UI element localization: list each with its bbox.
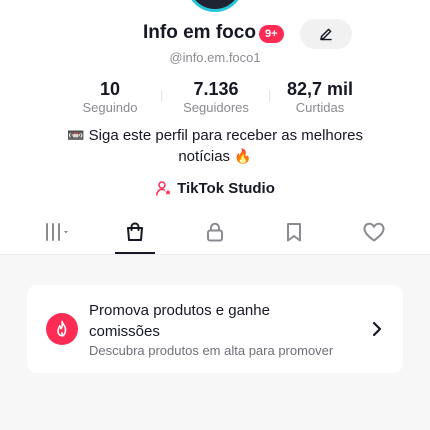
profile-handle: @info.em.foco1 (169, 50, 261, 65)
promo-title: Promova produtos e ganhe comissões (89, 302, 270, 340)
promo-subtitle: Descubra produtos em alta para promover (89, 343, 334, 358)
tab-shop[interactable] (105, 212, 165, 254)
stat-following[interactable]: 10 Seguindo (65, 78, 155, 116)
stat-divider (269, 90, 270, 102)
stat-likes[interactable]: 82,7 mil Curtidas (275, 78, 365, 116)
shopping-bag-icon (127, 222, 143, 241)
promote-products-card[interactable]: Promova produtos e ganhe comissões Descu… (27, 285, 403, 373)
bookmark-icon (287, 223, 301, 242)
tiktok-studio-label: TikTok Studio (177, 179, 275, 197)
stat-likes-value: 82,7 mil (286, 79, 354, 99)
stat-likes-label: Curtidas (295, 100, 345, 115)
grid-icon (46, 223, 68, 241)
promo-badge (46, 313, 78, 345)
profile-bio: 📼 Siga este perfil para receber as melho… (40, 125, 390, 167)
stat-followers-label: Seguidores (183, 100, 249, 115)
stat-followers[interactable]: 7.136 Seguidores (171, 78, 261, 116)
fire-emoji: 🔥 (234, 148, 252, 164)
profile-stats: 10 Seguindo 7.136 Seguidores 82,7 mil Cu… (0, 78, 430, 118)
profile-header: Info em foco 9+ (0, 19, 430, 51)
stat-following-value: 10 (99, 79, 121, 99)
heart-icon (363, 222, 385, 242)
tab-videos[interactable] (30, 212, 90, 252)
chevron-right-icon (372, 321, 382, 337)
tiktok-studio-link[interactable]: TikTok Studio (0, 178, 430, 198)
profile-username: Info em foco (143, 22, 256, 43)
stat-followers-value: 7.136 (193, 79, 239, 99)
videotape-emoji: 📼 (67, 127, 85, 143)
avatar[interactable] (186, 0, 244, 12)
bio-line-1: Siga este perfil para receber as melhore… (84, 127, 363, 144)
notification-badge[interactable]: 9+ (259, 25, 284, 43)
profile-tabs (0, 212, 430, 255)
lock-icon (207, 222, 223, 242)
bio-line-2: notícias (178, 148, 235, 165)
tab-liked[interactable] (344, 212, 404, 252)
edit-profile-button[interactable] (300, 19, 352, 49)
stat-divider (161, 90, 162, 102)
stat-following-label: Seguindo (82, 100, 138, 115)
tab-private[interactable] (185, 212, 245, 252)
flame-icon (57, 320, 67, 337)
pencil-icon (320, 28, 332, 41)
tab-saved[interactable] (264, 212, 324, 252)
person-star-icon (156, 180, 172, 196)
